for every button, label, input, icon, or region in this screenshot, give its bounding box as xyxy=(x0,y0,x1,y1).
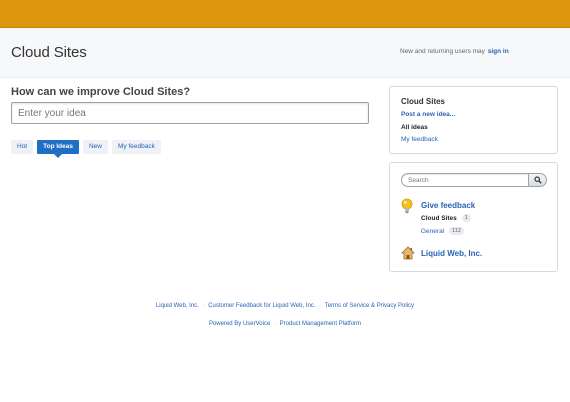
search-bar xyxy=(401,173,547,187)
forum-name: Cloud Sites xyxy=(421,214,457,222)
all-ideas-item[interactable]: All ideas xyxy=(401,124,428,131)
company-link[interactable]: Liquid Web, Inc. xyxy=(421,249,482,258)
give-feedback-link[interactable]: Give feedback xyxy=(421,201,475,210)
feedback-box: Give feedback Cloud Sites 1 General 112 … xyxy=(389,162,558,272)
idea-tabs: Hot Top Ideas New My feedback xyxy=(11,140,165,158)
footer-terms-link[interactable]: Terms of Service & Privacy Policy xyxy=(325,303,414,309)
footer-separator: · xyxy=(274,321,276,327)
footer-platform-link[interactable]: Product Management Platform xyxy=(280,321,361,327)
search-button[interactable] xyxy=(528,173,547,187)
search-icon xyxy=(533,176,542,184)
tab-top-ideas[interactable]: Top Ideas xyxy=(37,140,79,158)
improve-prompt: How can we improve Cloud Sites? xyxy=(11,86,191,98)
tab-hot[interactable]: Hot xyxy=(11,140,34,154)
search-input[interactable] xyxy=(401,173,529,187)
forum-item-cloud-sites[interactable]: Cloud Sites 1 xyxy=(421,214,471,222)
footer-links: Liquid Web, Inc. · Customer Feedback for… xyxy=(0,303,570,309)
footer-uservoice-link[interactable]: Powered By UserVoice xyxy=(209,321,270,327)
tab-my-feedback[interactable]: My feedback xyxy=(112,140,161,154)
house-icon xyxy=(401,246,415,260)
tab-new[interactable]: New xyxy=(82,140,108,154)
forum-title: Cloud Sites xyxy=(401,97,446,106)
forum-item-general[interactable]: General 112 xyxy=(421,227,464,235)
forum-nav-box: Cloud Sites Post a new idea... All ideas… xyxy=(389,86,558,154)
forum-count-badge: 1 xyxy=(461,214,471,222)
footer-company-link[interactable]: Liquid Web, Inc. xyxy=(156,303,199,309)
signin-prefix: New and returning users may xyxy=(400,48,485,55)
footer-customer-feedback-link[interactable]: Customer Feedback for Liquid Web, Inc. xyxy=(208,303,315,309)
site-title: Cloud Sites xyxy=(11,44,87,61)
lightbulb-icon xyxy=(401,198,413,213)
site-header: Cloud Sites New and returning users may … xyxy=(0,28,570,78)
signin-notice: New and returning users may sign in xyxy=(400,48,509,55)
idea-input[interactable] xyxy=(11,102,369,124)
post-idea-link[interactable]: Post a new idea... xyxy=(401,111,455,118)
footer-separator: · xyxy=(319,303,322,309)
forum-name[interactable]: General xyxy=(421,228,444,235)
forum-count-badge: 112 xyxy=(449,227,464,235)
footer-powered: Powered By UserVoice · Product Managemen… xyxy=(0,321,570,327)
my-feedback-link[interactable]: My feedback xyxy=(401,136,438,143)
signin-link[interactable]: sign in xyxy=(488,48,509,55)
top-banner xyxy=(0,0,570,28)
footer-separator: · xyxy=(202,303,205,309)
